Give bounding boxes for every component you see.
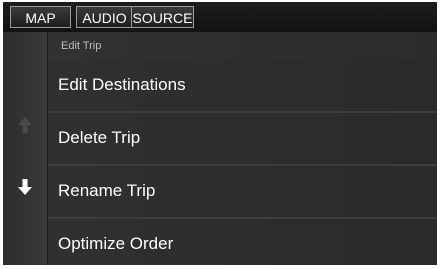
list-item-label: Optimize Order: [58, 234, 174, 253]
nav-screen: MAP AUDIO SOURCE Edit Trip Edit Destinat…: [3, 2, 437, 265]
rename-trip-item[interactable]: Rename Trip: [48, 166, 437, 219]
page-title: Edit Trip: [61, 40, 102, 52]
menu-list: Edit Destinations Delete Trip Rename Tri…: [48, 60, 437, 265]
page-header: Edit Trip: [48, 32, 437, 62]
map-button[interactable]: MAP: [10, 6, 71, 28]
arrow-down-icon[interactable]: [15, 177, 35, 197]
delete-trip-item[interactable]: Delete Trip: [48, 113, 437, 166]
edit-destinations-item[interactable]: Edit Destinations: [48, 60, 437, 113]
arrow-up-icon[interactable]: [15, 115, 35, 135]
optimize-order-item[interactable]: Optimize Order: [48, 219, 437, 265]
scroll-column: [3, 32, 48, 265]
list-item-label: Edit Destinations: [58, 75, 186, 94]
list-item-label: Delete Trip: [58, 128, 141, 147]
audio-button[interactable]: AUDIO: [76, 6, 133, 28]
source-button[interactable]: SOURCE: [131, 6, 194, 28]
list-item-label: Rename Trip: [58, 181, 156, 200]
top-tab-bar: MAP AUDIO SOURCE: [3, 2, 437, 32]
